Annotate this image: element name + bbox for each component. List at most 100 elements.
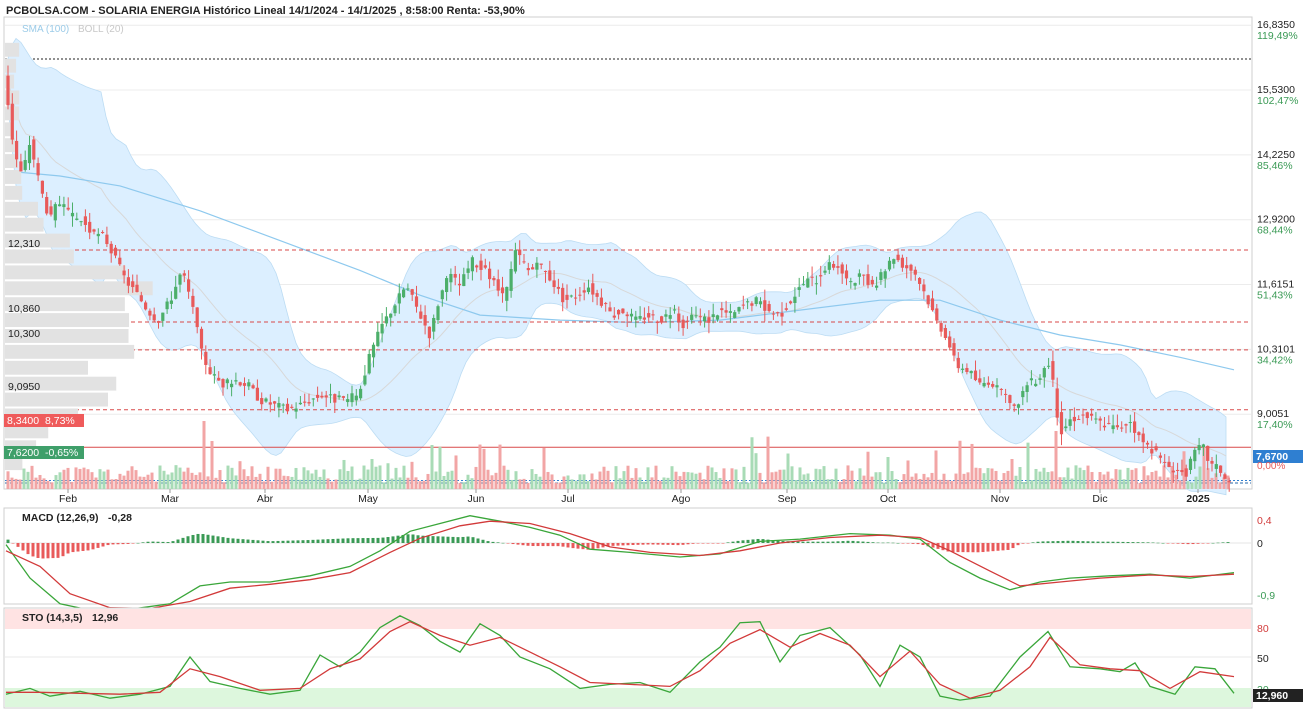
candle-body xyxy=(690,314,694,320)
volume-bar xyxy=(10,477,14,489)
volume-bar xyxy=(1022,482,1026,489)
volume-bar xyxy=(230,467,234,489)
volume-bar xyxy=(958,440,962,489)
volume-bar xyxy=(1038,471,1042,489)
macd-histogram-bar xyxy=(256,540,260,543)
macd-histogram-bar xyxy=(1021,543,1025,544)
candle-body xyxy=(1047,365,1051,367)
candle-body xyxy=(367,353,371,374)
macd-histogram-bar xyxy=(121,543,125,545)
candle-body xyxy=(290,406,294,408)
volume-bar xyxy=(682,471,686,489)
candle-body xyxy=(273,401,277,404)
sto-value: 12,96 xyxy=(92,612,118,624)
candle-body xyxy=(969,370,973,374)
volume-bar xyxy=(1106,471,1110,489)
macd-histogram-bar xyxy=(951,543,955,553)
volume-bar xyxy=(54,475,58,489)
volume-bar xyxy=(1122,479,1126,489)
volume-profile-bar xyxy=(5,217,44,232)
candle-body xyxy=(1128,422,1132,424)
candle-body xyxy=(333,394,337,403)
macd-histogram-bar xyxy=(1211,542,1215,544)
volume-bar xyxy=(338,469,342,489)
volume-bar xyxy=(730,468,734,489)
legend-boll: BOLL (20) xyxy=(78,24,124,35)
candle-body xyxy=(19,161,23,172)
macd-histogram-bar xyxy=(131,543,135,544)
candle-body xyxy=(638,316,642,319)
volume-bar xyxy=(330,481,334,489)
volume-bar xyxy=(1034,468,1038,489)
candle-body xyxy=(780,312,784,317)
volume-profile-bar xyxy=(5,201,38,216)
candle-body xyxy=(242,383,247,386)
macd-histogram-bar xyxy=(796,541,800,543)
volume-bar xyxy=(1062,477,1066,489)
volume-bar xyxy=(982,473,986,489)
month-axis: Feb Mar Abr May Jun Jul Ago Sep Oct Nov Dic 2025 xyxy=(59,489,1210,505)
volume-bar xyxy=(610,482,614,489)
macd-histogram-bar xyxy=(1031,542,1035,543)
volume-bar xyxy=(242,469,246,489)
candle-body xyxy=(801,284,806,286)
macd-histogram-bar xyxy=(631,543,635,546)
volume-bar xyxy=(1078,467,1082,489)
volume-bar xyxy=(86,469,90,489)
volume-bar xyxy=(966,472,970,489)
volume-bar xyxy=(1166,477,1170,489)
volume-bar xyxy=(710,467,714,489)
volume-profile-bar xyxy=(5,360,88,375)
volume-bar xyxy=(946,479,950,489)
volume-bar xyxy=(578,474,582,489)
volume-bar xyxy=(550,474,554,489)
volume-bar xyxy=(878,472,882,489)
macd-histogram-bar xyxy=(301,540,305,543)
candle-body xyxy=(561,287,565,303)
volume-bar xyxy=(134,470,138,489)
candle-body xyxy=(1124,424,1128,426)
candle-body xyxy=(1167,461,1171,467)
candle-body xyxy=(1016,404,1021,408)
volume-bar xyxy=(782,469,786,489)
volume-bar xyxy=(362,465,366,489)
macd-histogram-bar xyxy=(151,541,155,543)
macd-histogram-bar xyxy=(501,542,505,544)
volume-bar xyxy=(902,474,906,489)
macd-histogram-bar xyxy=(726,542,730,543)
candle-body xyxy=(1197,445,1201,451)
macd-histogram-bar xyxy=(686,543,690,545)
macd-histogram-bar xyxy=(406,534,410,543)
macd-histogram-bar xyxy=(511,543,515,545)
candle-body xyxy=(1042,368,1046,378)
volume-bar xyxy=(222,482,226,489)
macd-histogram-bar xyxy=(191,534,195,543)
candle-body xyxy=(294,408,298,412)
volume-bar xyxy=(418,481,422,489)
volume-bar xyxy=(350,466,354,489)
macd-histogram-bar xyxy=(1096,541,1100,543)
macd-histogram-bar xyxy=(1176,543,1180,544)
macd-histogram-bar xyxy=(1091,541,1095,543)
candle-body xyxy=(531,267,535,270)
pct-tick: 51,43% xyxy=(1257,290,1293,302)
volume-bar xyxy=(998,480,1002,489)
pct-tick: 119,49% xyxy=(1257,30,1298,42)
volume-bar xyxy=(506,469,510,489)
candle-body xyxy=(1025,385,1029,392)
volume-bar xyxy=(342,459,346,489)
volume-bar xyxy=(22,468,26,489)
macd-histogram-bar xyxy=(591,543,595,550)
volume-bar xyxy=(110,479,114,489)
macd-histogram-bar xyxy=(671,543,675,545)
macd-histogram-bar xyxy=(236,538,240,543)
candle-body xyxy=(844,270,849,279)
candle-body xyxy=(118,257,122,265)
volume-bar xyxy=(58,472,62,489)
macd-histogram-bar xyxy=(656,543,660,545)
macd-histogram-bar xyxy=(546,543,550,547)
month-label: Sep xyxy=(778,493,797,505)
volume-bar xyxy=(306,470,310,489)
macd-histogram-bar xyxy=(181,537,185,543)
volume-bar xyxy=(786,453,790,489)
